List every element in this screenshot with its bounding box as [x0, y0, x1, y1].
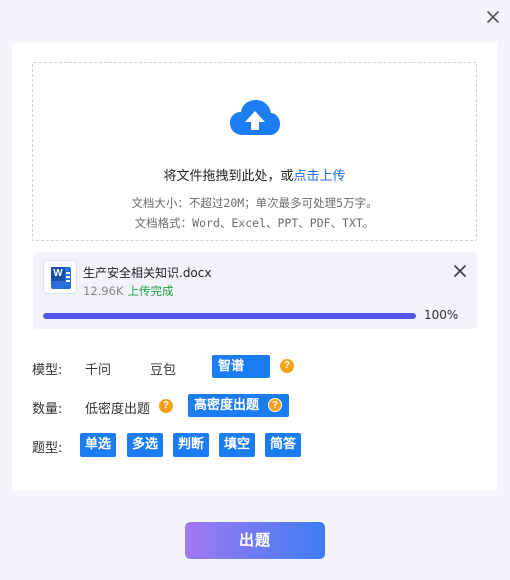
type-short-answer[interactable]: 简答	[265, 433, 302, 457]
progress-percent: 100%	[424, 308, 459, 322]
format-hint: 文档格式：Word、Excel、PPT、PDF、TXT。	[134, 216, 375, 230]
help-icon[interactable]: ?	[159, 399, 173, 413]
remove-file-icon[interactable]	[451, 262, 469, 280]
question-type-label: 题型:	[32, 441, 63, 456]
word-letter: W	[51, 267, 65, 281]
upload-progress-bar	[43, 313, 416, 319]
file-dropzone[interactable]: 将文件拖拽到此处，或点击上传 文档大小：不超过20M；单次最多可处理5万字。 文…	[32, 62, 477, 241]
close-icon[interactable]	[484, 8, 502, 26]
model-option-qianwen[interactable]: 千问	[85, 359, 111, 378]
file-meta: 12.96K 上传完成	[83, 283, 173, 299]
file-size: 12.96K	[83, 284, 124, 298]
upload-panel: 将文件拖拽到此处，或点击上传 文档大小：不超过20M；单次最多可处理5万字。 文…	[12, 43, 497, 491]
model-label: 模型:	[32, 363, 63, 378]
drop-prompt: 将文件拖拽到此处，或	[163, 169, 294, 184]
type-fill-blank[interactable]: 填空	[219, 433, 256, 457]
model-option-doubao[interactable]: 豆包	[150, 359, 176, 378]
click-upload-link[interactable]: 点击上传	[294, 169, 346, 184]
help-icon[interactable]: ?	[280, 359, 294, 373]
uploaded-file-card: W 生产安全相关知识.docx 12.96K 上传完成 100%	[33, 252, 477, 329]
upload-status: 上传完成	[127, 284, 174, 298]
upload-progress-fill	[43, 313, 416, 319]
type-single-choice[interactable]: 单选	[80, 433, 117, 457]
type-multiple-choice[interactable]: 多选	[127, 433, 164, 457]
file-name: 生产安全相关知识.docx	[83, 266, 212, 280]
quantity-option-high-label: 高密度出题	[194, 398, 260, 413]
quantity-label: 数量:	[32, 402, 63, 417]
type-true-false[interactable]: 判断	[173, 433, 210, 457]
drop-instruction: 将文件拖拽到此处，或点击上传	[33, 165, 476, 184]
size-hint: 文档大小：不超过20M；单次最多可处理5万字。	[131, 196, 378, 210]
model-option-zhipu[interactable]: 智谱	[212, 355, 270, 378]
quantity-option-low[interactable]: 低密度出题	[85, 398, 150, 417]
cloud-upload-icon	[230, 100, 280, 135]
word-file-icon: W	[43, 260, 77, 294]
help-icon[interactable]: ?	[268, 398, 282, 412]
generate-questions-button[interactable]: 出题	[185, 522, 325, 559]
